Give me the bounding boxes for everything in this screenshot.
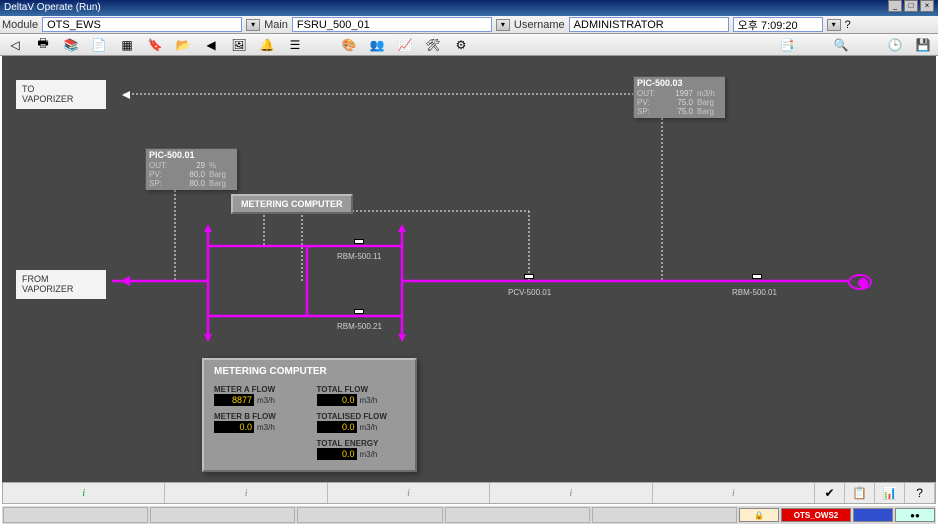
main-dropdown[interactable]: ▾	[496, 19, 510, 31]
main-label: Main	[264, 19, 288, 31]
meter-a-label: METER A FLOW	[214, 385, 303, 394]
flow-arrow-icon	[122, 91, 130, 99]
username-label: Username	[514, 19, 565, 31]
clock-icon[interactable]: 🕒	[884, 36, 906, 54]
status-cell-3[interactable]: i	[328, 483, 490, 503]
back-icon[interactable]: ◁	[4, 36, 26, 54]
pcv-500-01-label: PCV-500.01	[508, 288, 551, 297]
style-icon[interactable]: 🎨	[338, 36, 360, 54]
minimize-button[interactable]: _	[888, 0, 902, 12]
status-cell-2[interactable]: i	[165, 483, 327, 503]
alarm-summary-icon[interactable]: 📊	[875, 483, 905, 503]
gears-icon[interactable]: ⚙	[450, 36, 472, 54]
help-button[interactable]: ?	[845, 19, 851, 31]
rbm-500-21-label: RBM-500.21	[337, 322, 382, 331]
metering-computer-tag[interactable]: METERING COMPUTER	[231, 194, 353, 214]
metering-panel: METERING COMPUTER METER A FLOW 8877m3/h …	[202, 358, 417, 472]
line-terminator	[848, 274, 872, 290]
module-dropdown[interactable]: ▾	[246, 19, 260, 31]
window-titlebar: DeltaV Operate (Run) _ □ ×	[0, 0, 938, 16]
status-pill-2[interactable]	[853, 508, 893, 522]
header-bar: Module OTS_EWS ▾ Main FSRU_500_01 ▾ User…	[0, 16, 938, 34]
zoom-icon[interactable]: 🔍	[830, 36, 852, 54]
bottom-seg-4[interactable]	[445, 507, 590, 523]
main-field[interactable]: FSRU_500_01	[292, 17, 492, 32]
status-pill-3[interactable]: ●●	[895, 508, 935, 522]
module-field[interactable]: OTS_EWS	[42, 17, 242, 32]
from-vaporizer-label: FROM VAPORIZER	[16, 270, 106, 299]
grid-icon[interactable]: ▦	[116, 36, 138, 54]
search-icon[interactable]: 📑	[776, 36, 798, 54]
bell-icon[interactable]: 🔔	[256, 36, 278, 54]
pcv-500-01-valve[interactable]	[524, 274, 534, 279]
folder-icon[interactable]: 📂	[172, 36, 194, 54]
pid-canvas: TO VAPORIZER FROM VAPORIZER PIC-500.01 O…	[2, 56, 936, 482]
total-energy-label: TOTAL ENERGY	[317, 439, 406, 448]
status-bar: i i i i i ✔ 📋 📊 ?	[2, 482, 936, 504]
total-flow-value[interactable]: 0.0	[317, 394, 357, 406]
status-cell-1[interactable]: i	[3, 483, 165, 503]
wires	[2, 56, 936, 482]
maximize-button[interactable]: □	[904, 0, 918, 12]
bottom-seg-1[interactable]	[3, 507, 148, 523]
meter-a-value[interactable]: 8877	[214, 394, 254, 406]
bottom-seg-3[interactable]	[297, 507, 442, 523]
rbm-500-01-label: RBM-500.01	[732, 288, 777, 297]
metering-panel-title: METERING COMPUTER	[214, 366, 405, 377]
list-icon[interactable]: ☰	[284, 36, 306, 54]
window-title: DeltaV Operate (Run)	[4, 0, 101, 16]
alarm-list-icon[interactable]: 📋	[845, 483, 875, 503]
status-cell-4[interactable]: i	[490, 483, 652, 503]
total-energy-value[interactable]: 0.0	[317, 448, 357, 460]
toolbar: ◁ 🖶 📚 📄 ▦ 🔖 📂 ◀ 🖼 🔔 ☰ 🎨 👥 📈 🛠 ⚙ 📑 🔍 🕒 💾	[0, 34, 938, 56]
tags-icon[interactable]: 🔖	[144, 36, 166, 54]
username-field: ADMINISTRATOR	[569, 17, 729, 32]
totalised-flow-value[interactable]: 0.0	[317, 421, 357, 433]
bottom-bar: 🔒 OTS_OWS2 ●●	[2, 506, 936, 524]
meter-b-value[interactable]: 0.0	[214, 421, 254, 433]
trend-icon[interactable]: 📈	[394, 36, 416, 54]
rbm-500-21-valve[interactable]	[354, 309, 364, 314]
books-icon[interactable]: 📚	[60, 36, 82, 54]
alarm-ack-icon[interactable]: ✔	[815, 483, 845, 503]
totalised-flow-label: TOTALISED FLOW	[317, 412, 406, 421]
station-pill[interactable]: OTS_OWS2	[781, 508, 851, 522]
export-icon[interactable]: 💾	[912, 36, 934, 54]
time-field: 오후 7:09:20	[733, 17, 823, 32]
pic-500-01-faceplate[interactable]: PIC-500.01 OUT:29% PV:80.0Barg SP:80.0Ba…	[145, 148, 237, 190]
time-dropdown[interactable]: ▾	[827, 19, 841, 31]
bottom-seg-5[interactable]	[592, 507, 737, 523]
picture-icon[interactable]: 🖼	[228, 36, 250, 54]
users-icon[interactable]: 👥	[366, 36, 388, 54]
prev-icon[interactable]: ◀	[200, 36, 222, 54]
rbm-500-01-valve[interactable]	[752, 274, 762, 279]
close-button[interactable]: ×	[920, 0, 934, 12]
rbm-500-11-label: RBM-500.11	[337, 252, 381, 261]
tool-icon[interactable]: 🛠	[422, 36, 444, 54]
pic-500-03-faceplate[interactable]: PIC-500.03 OUT:1997m3/h PV:75.0Barg SP:7…	[633, 76, 725, 118]
print-icon[interactable]: 🖶	[32, 36, 54, 54]
bottom-seg-2[interactable]	[150, 507, 295, 523]
total-flow-label: TOTAL FLOW	[317, 385, 406, 394]
to-vaporizer-label: TO VAPORIZER	[16, 80, 106, 109]
status-cell-5[interactable]: i	[653, 483, 815, 503]
status-pill-1[interactable]: 🔒	[739, 508, 779, 522]
rbm-500-11-valve[interactable]	[354, 239, 364, 244]
meter-b-label: METER B FLOW	[214, 412, 303, 421]
module-label: Module	[2, 19, 38, 31]
page-icon[interactable]: 📄	[88, 36, 110, 54]
help-icon[interactable]: ?	[905, 483, 935, 503]
